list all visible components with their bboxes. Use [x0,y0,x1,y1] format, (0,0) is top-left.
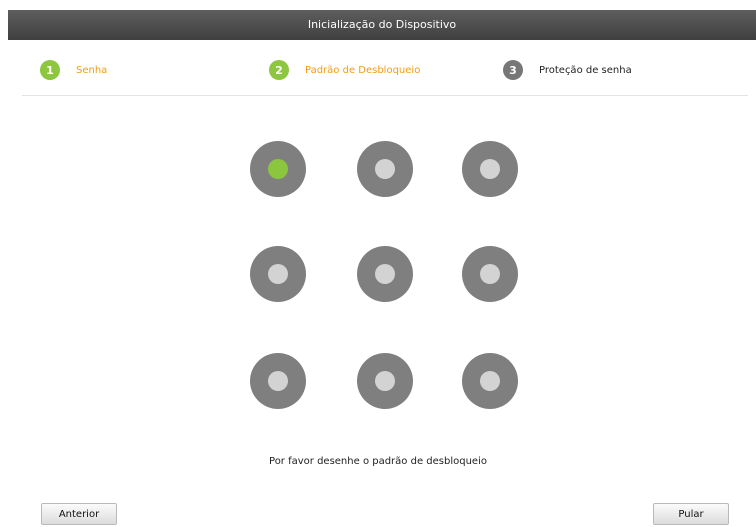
step-number-badge: 3 [503,60,523,80]
pattern-instruction: Por favor desenhe o padrão de desbloquei… [269,456,487,467]
pattern-dot-7[interactable] [250,353,306,409]
pattern-dot-center [480,371,500,391]
pattern-dot-5[interactable] [357,246,413,302]
pattern-dot-center [268,159,288,179]
pattern-dot-center [375,159,395,179]
pattern-dot-1[interactable] [250,141,306,197]
previous-button[interactable]: Anterior [41,503,117,525]
pattern-dot-center [480,264,500,284]
pattern-dot-9[interactable] [462,353,518,409]
pattern-dot-6[interactable] [462,246,518,302]
window-title: Inicialização do Dispositivo [307,18,457,31]
step-senha: 1 Senha [40,58,107,82]
pattern-dot-center [375,264,395,284]
pattern-dot-8[interactable] [357,353,413,409]
pattern-dot-center [268,371,288,391]
step-label: Padrão de Desbloqueio [305,64,421,76]
pattern-dot-3[interactable] [462,141,518,197]
pattern-dot-center [375,371,395,391]
skip-button[interactable]: Pular [653,503,729,525]
step-number-badge: 2 [269,60,289,80]
step-number-badge: 1 [40,60,60,80]
step-label: Senha [76,64,108,76]
pattern-dot-2[interactable] [357,141,413,197]
step-protecao-senha: 3 Proteção de senha [503,58,632,82]
pattern-dot-center [268,264,288,284]
setup-steps: 1 Senha 2 Padrão de Desbloqueio 3 Proteç… [0,52,756,88]
pattern-dot-4[interactable] [250,246,306,302]
step-label: Proteção de senha [539,64,632,76]
window-title-bar: Inicialização do Dispositivo [8,10,756,40]
header-divider [22,95,748,96]
step-padrao-desbloqueio: 2 Padrão de Desbloqueio [269,58,420,82]
pattern-dot-center [480,159,500,179]
